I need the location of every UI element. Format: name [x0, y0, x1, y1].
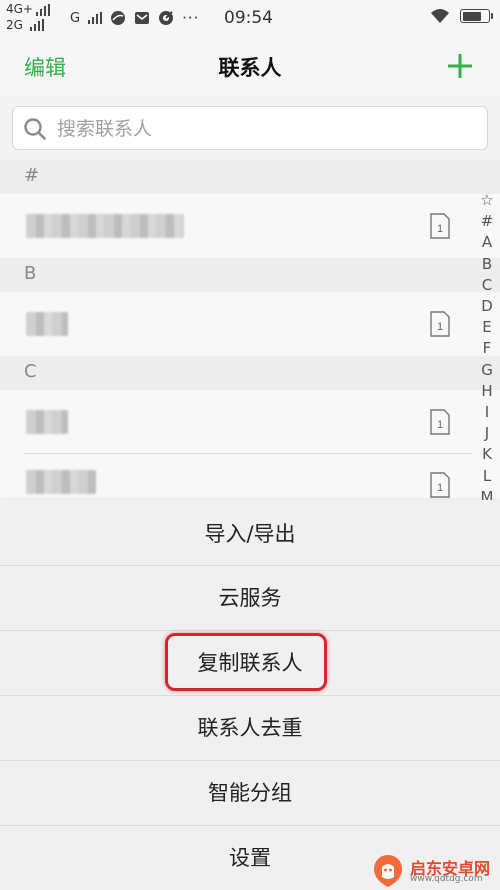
contact-name-blurred [26, 410, 68, 434]
search-input[interactable] [55, 113, 459, 145]
menu-item-copy-contacts[interactable]: 复制联系人 [0, 631, 500, 695]
page-title: 联系人 [218, 56, 282, 80]
sim-card-icon: 1 [430, 311, 450, 337]
section-header-b: B [0, 258, 500, 292]
contact-row[interactable]: 1 [0, 390, 500, 454]
network-g-label: G [70, 10, 81, 26]
index-letter[interactable]: B [478, 254, 496, 275]
search-box[interactable] [12, 106, 488, 150]
browser-icon [111, 11, 126, 25]
search-icon [24, 118, 46, 140]
section-letter: B [24, 263, 37, 284]
menu-item-smart-groups[interactable]: 智能分组 [0, 761, 500, 825]
index-letter[interactable]: # [478, 211, 496, 232]
sim-slot-number: 1 [437, 223, 443, 235]
signal-bars-icon [36, 4, 50, 16]
watermark-url: www.qdtdg.com [410, 874, 483, 884]
more-notifications-dots: ··· [182, 9, 200, 27]
add-contact-button[interactable] [444, 50, 476, 82]
section-header-hash: # [0, 160, 500, 194]
watermark-logo-icon [374, 855, 402, 887]
app-notification-icon [159, 11, 174, 25]
contact-name-blurred [26, 470, 96, 494]
index-letter[interactable]: G [478, 360, 496, 381]
alphabet-index-bar[interactable]: ☆ # A B C D E F G H I J K L M [478, 190, 496, 502]
section-header-c: C [0, 356, 500, 390]
status-bar: 4G+ 2G G ··· 09:54 [0, 0, 500, 36]
menu-item-cloud-service[interactable]: 云服务 [0, 566, 500, 630]
status-time: 09:54 [224, 8, 273, 28]
index-letter[interactable]: I [478, 402, 496, 423]
section-letter: C [24, 361, 37, 382]
menu-item-import-export[interactable]: 导入/导出 [0, 502, 500, 566]
plus-icon [448, 54, 472, 78]
index-letter[interactable]: H [478, 381, 496, 402]
message-icon [135, 12, 150, 24]
index-letter[interactable]: C [478, 275, 496, 296]
sim-slot-number: 1 [437, 419, 443, 431]
network-4g-label: 4G+ [6, 2, 33, 16]
battery-level-fill [462, 11, 481, 21]
signal-bars-icon [88, 12, 103, 24]
index-letter[interactable]: D [478, 296, 496, 317]
network-2g-label: 2G [6, 18, 23, 32]
sim-card-icon: 1 [430, 409, 450, 435]
site-watermark: 启东安卓网 www.qdtdg.com [366, 853, 498, 887]
index-letter[interactable]: E [478, 317, 496, 338]
signal-bars-icon [30, 19, 44, 31]
sim-card-icon: 1 [430, 213, 450, 239]
status-icons-left: G ··· [70, 9, 199, 27]
index-letter[interactable]: K [478, 444, 496, 465]
menu-item-merge-duplicates[interactable]: 联系人去重 [0, 696, 500, 760]
battery-icon [460, 9, 493, 23]
index-letter[interactable]: A [478, 232, 496, 253]
bottom-sheet-menu: 导入/导出 云服务 复制联系人 联系人去重 智能分组 设置 [0, 500, 500, 889]
app-header: 编辑 联系人 [0, 36, 500, 96]
contact-row[interactable]: 1 [0, 454, 500, 500]
sim-card-icon: 1 [430, 472, 450, 498]
contact-row[interactable]: 1 [0, 194, 500, 258]
contact-name-blurred [26, 214, 184, 238]
status-icons-right [430, 8, 493, 24]
sim-slot-number: 1 [437, 482, 443, 494]
contact-row[interactable]: 1 [0, 292, 500, 356]
index-letter[interactable]: L [478, 466, 496, 487]
index-letter[interactable]: F [478, 338, 496, 359]
network-indicator: 4G+ 2G [6, 2, 66, 34]
sim-slot-number: 1 [437, 321, 443, 333]
contact-name-blurred [26, 312, 68, 336]
index-letter[interactable]: ☆ [478, 190, 496, 211]
section-letter: # [24, 165, 40, 186]
index-letter[interactable]: J [478, 423, 496, 444]
wifi-icon [431, 9, 449, 23]
contact-list[interactable]: # 1 B 1 C 1 1 [0, 160, 500, 500]
